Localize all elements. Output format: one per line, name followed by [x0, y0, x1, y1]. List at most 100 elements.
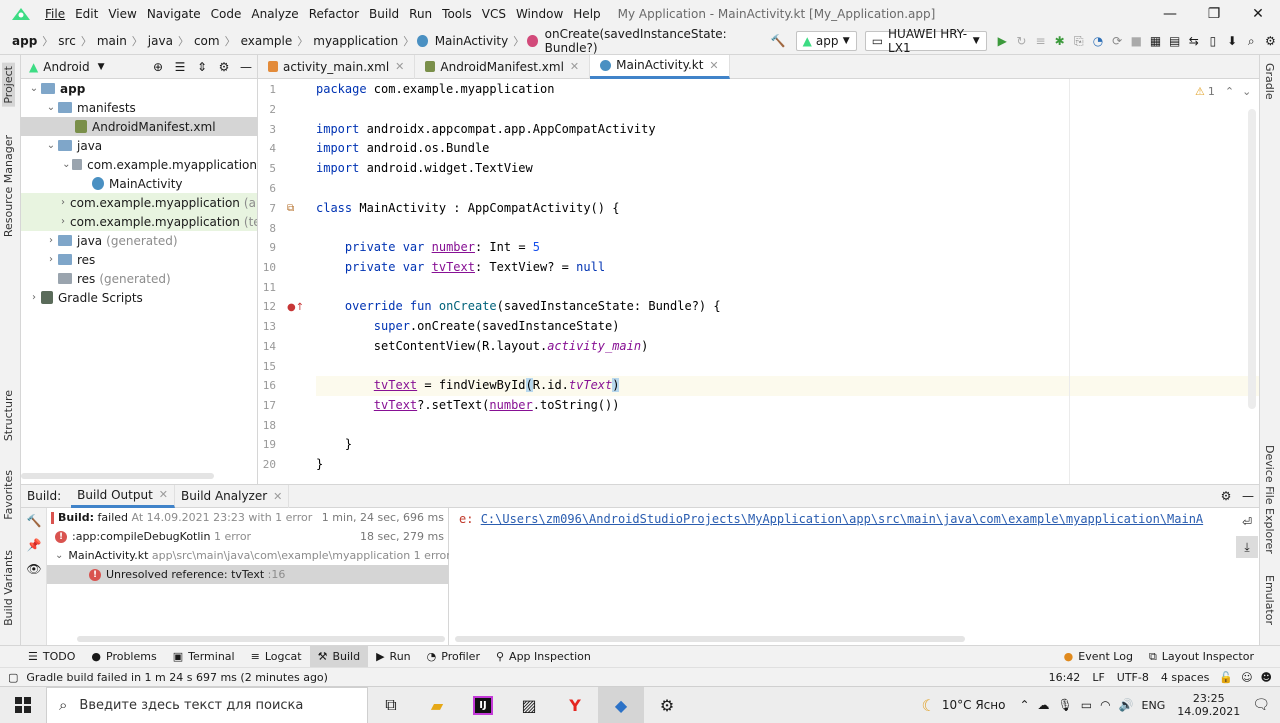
- notification-center-icon[interactable]: 🗨: [1252, 697, 1270, 713]
- chevron-down-icon[interactable]: ⌄: [27, 83, 41, 94]
- wifi-icon[interactable]: ◠: [1100, 698, 1110, 712]
- apply-changes-icon[interactable]: ↻: [1012, 30, 1031, 52]
- tree-item[interactable]: res (generated): [21, 269, 257, 288]
- chevron-up-icon[interactable]: ⌃: [1019, 698, 1029, 712]
- hide-panel-icon[interactable]: —: [235, 56, 257, 78]
- breadcrumb-main[interactable]: main: [95, 34, 129, 48]
- tab-mainactivity-kt[interactable]: MainActivity.kt ✕: [590, 54, 730, 79]
- scroll-to-end-icon[interactable]: ⤓: [1236, 536, 1258, 558]
- menu-edit[interactable]: Edit: [70, 7, 103, 21]
- collapse-all-icon[interactable]: ☰: [169, 56, 191, 78]
- settings-gear-icon[interactable]: ⚙: [1261, 30, 1280, 52]
- tab-event-log[interactable]: ● Event Log: [1056, 646, 1141, 668]
- volume-icon[interactable]: 🔊: [1119, 698, 1134, 712]
- tree-item[interactable]: › com.example.myapplication(an: [21, 193, 257, 212]
- line-number[interactable]: 12: [258, 300, 276, 313]
- implemented-gutter-icon[interactable]: ⧉: [287, 203, 294, 214]
- inspection-widget[interactable]: ⚠ 1 ⌃ ⌄: [1195, 85, 1251, 98]
- hammer-icon[interactable]: 🔨: [23, 510, 45, 532]
- breadcrumb-example[interactable]: example: [239, 34, 295, 48]
- tab-build-analyzer[interactable]: Build Analyzer ✕: [175, 484, 290, 508]
- breadcrumb-oncreate[interactable]: onCreate(savedInstanceState: Bundle?): [543, 27, 755, 55]
- yandex-browser-icon[interactable]: Y: [552, 687, 598, 723]
- breadcrumb-java[interactable]: java: [146, 34, 175, 48]
- avd-manager-icon[interactable]: ▯: [1203, 30, 1222, 52]
- eye-icon[interactable]: 👁: [23, 558, 45, 580]
- notifications-icon[interactable]: ☻: [1261, 671, 1272, 684]
- cloud-icon[interactable]: ☁: [1038, 698, 1050, 712]
- chevron-down-icon[interactable]: ⌄: [55, 550, 63, 561]
- locate-icon[interactable]: ⊕: [147, 56, 169, 78]
- device-select[interactable]: ▭ HUAWEI HRY-LX1 ▼: [864, 27, 987, 55]
- hammer-icon[interactable]: 🔨: [769, 30, 788, 52]
- caret-position[interactable]: 16:42: [1049, 671, 1081, 684]
- settings-gear-icon[interactable]: ⚙: [1215, 485, 1237, 507]
- line-number[interactable]: 11: [258, 281, 276, 294]
- task-view-icon[interactable]: ⧉: [368, 687, 414, 723]
- menu-refactor[interactable]: Refactor: [304, 7, 364, 21]
- chevron-down-icon[interactable]: ▼: [98, 62, 105, 72]
- close-window-button[interactable]: ✕: [1236, 0, 1280, 28]
- line-number[interactable]: 18: [258, 419, 276, 432]
- weather-moon-icon[interactable]: ☾: [922, 696, 936, 715]
- run-config-select[interactable]: ▲ app ▼: [795, 31, 857, 51]
- line-number[interactable]: 19: [258, 438, 276, 451]
- editor-scrollbar[interactable]: [1248, 109, 1256, 409]
- status-message[interactable]: Gradle build failed in 1 m 24 s 697 ms (…: [26, 671, 328, 684]
- tab-build-output[interactable]: Build Output ✕: [71, 484, 176, 508]
- project-view-select[interactable]: Android: [43, 60, 89, 74]
- tab-todo[interactable]: ☰ TODO: [20, 646, 83, 668]
- panel-toggle-icon[interactable]: ▢: [8, 671, 18, 684]
- line-number[interactable]: 14: [258, 340, 276, 353]
- chevron-down-icon[interactable]: ⌄: [44, 102, 58, 113]
- file-encoding[interactable]: UTF-8: [1117, 671, 1149, 684]
- debug-icon[interactable]: ✱: [1050, 30, 1069, 52]
- tab-logcat[interactable]: ≡ Logcat: [243, 646, 310, 668]
- line-number[interactable]: 1: [258, 83, 276, 96]
- tab-build[interactable]: ⚒ Build: [309, 645, 369, 668]
- line-number[interactable]: 20: [258, 458, 276, 471]
- breadcrumb-app[interactable]: app: [10, 34, 39, 48]
- line-number[interactable]: 2: [258, 103, 276, 116]
- taskbar-clock[interactable]: 23:25 14.09.2021: [1177, 692, 1240, 718]
- tab-layout-inspector[interactable]: ⧉ Layout Inspector: [1141, 646, 1262, 668]
- image-viewer-icon[interactable]: ▨: [506, 687, 552, 723]
- tree-item[interactable]: MainActivity: [21, 174, 257, 193]
- tab-activity-main-xml[interactable]: activity_main.xml ✕: [258, 54, 416, 79]
- hide-panel-icon[interactable]: —: [1237, 485, 1259, 507]
- line-number[interactable]: 5: [258, 162, 276, 175]
- device-manager-icon[interactable]: ▤: [1165, 30, 1184, 52]
- tab-terminal[interactable]: ▣ Terminal: [165, 646, 243, 668]
- error-file-link[interactable]: C:\Users\zm096\AndroidStudioProjects\MyA…: [481, 512, 1203, 526]
- horizontal-scrollbar[interactable]: [21, 473, 214, 479]
- tree-item[interactable]: › java (generated): [21, 231, 257, 250]
- tree-item[interactable]: ⌄ java: [21, 136, 257, 155]
- language-indicator[interactable]: ENG: [1142, 699, 1166, 712]
- menu-vcs[interactable]: VCS: [477, 7, 511, 21]
- microphone-icon[interactable]: 🎙: [1058, 698, 1073, 712]
- menu-tools[interactable]: Tools: [437, 7, 477, 21]
- taskbar-search-input[interactable]: ⌕ Введите здесь текст для поиска: [46, 686, 368, 723]
- tree-item[interactable]: ⌄ app: [21, 79, 257, 98]
- android-studio-taskbar-icon[interactable]: ◆: [598, 686, 644, 723]
- intellij-app-icon[interactable]: IJ: [460, 687, 506, 723]
- menu-analyze[interactable]: Analyze: [246, 7, 303, 21]
- chevron-down-icon[interactable]: ⌄: [44, 140, 58, 151]
- menu-view[interactable]: View: [103, 7, 141, 21]
- line-number[interactable]: 3: [258, 123, 276, 136]
- line-separator[interactable]: LF: [1092, 671, 1104, 684]
- breadcrumb-src[interactable]: src: [56, 34, 78, 48]
- stripe-tab-favorites[interactable]: Favorites: [2, 470, 15, 520]
- breadcrumb-mainactivity[interactable]: MainActivity: [433, 34, 511, 48]
- file-explorer-icon[interactable]: ▰: [414, 687, 460, 723]
- lock-icon[interactable]: 🔓: [1219, 671, 1233, 684]
- line-number[interactable]: 16: [258, 379, 276, 392]
- chevron-right-icon[interactable]: ›: [44, 254, 58, 265]
- tab-profiler[interactable]: ◔ Profiler: [419, 646, 488, 668]
- build-output-console[interactable]: e: C:\Users\zm096\AndroidStudioProjects\…: [449, 508, 1235, 645]
- search-icon[interactable]: ⌕: [1242, 30, 1261, 52]
- menu-file[interactable]: File: [40, 7, 70, 21]
- chevron-right-icon[interactable]: ›: [27, 292, 41, 303]
- tree-item[interactable]: ⌄ manifests: [21, 98, 257, 117]
- menu-window[interactable]: Window: [511, 7, 568, 21]
